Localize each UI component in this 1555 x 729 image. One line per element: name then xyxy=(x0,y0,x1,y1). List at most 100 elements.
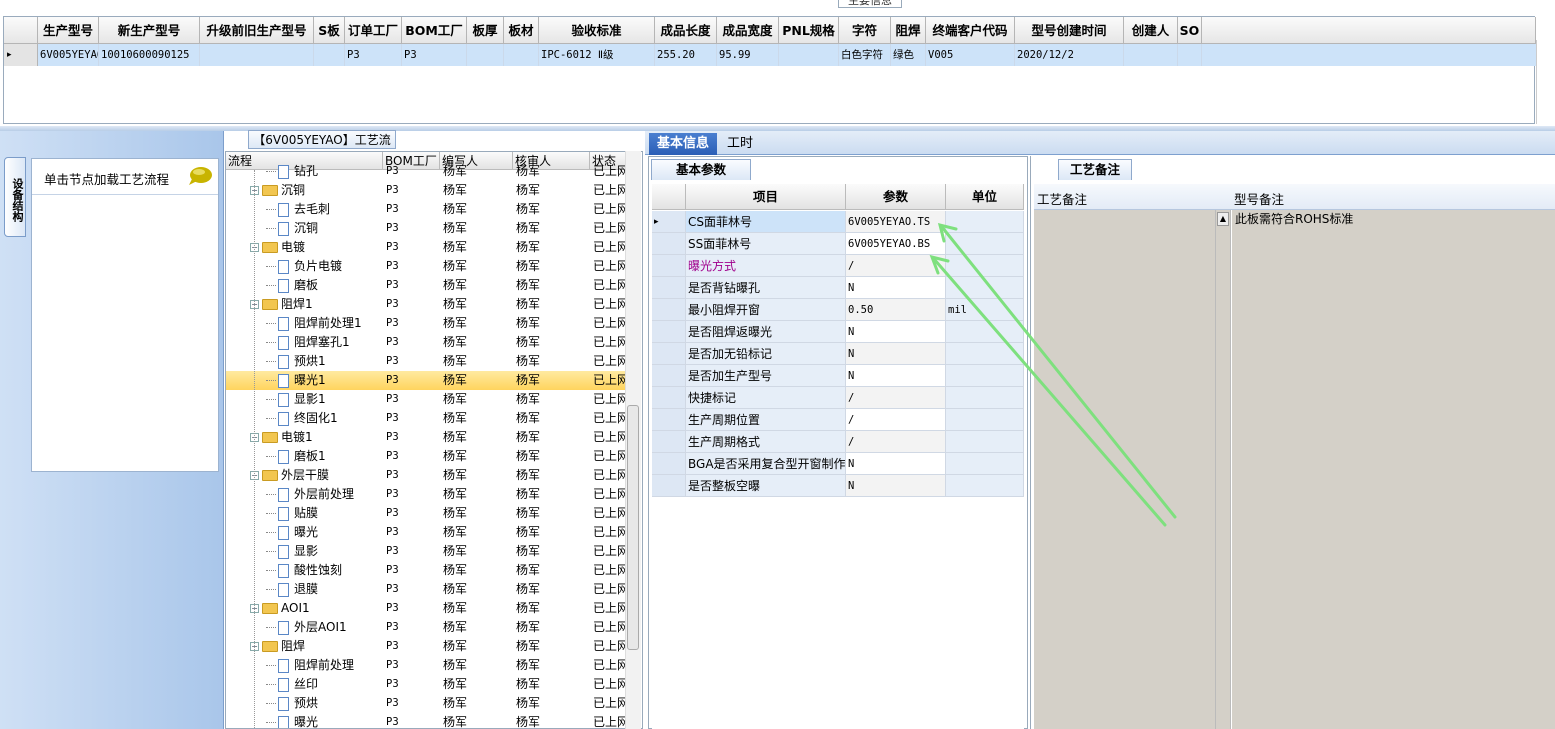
row-selector[interactable] xyxy=(652,431,686,453)
cell-2[interactable] xyxy=(200,44,314,66)
tree-node[interactable]: − 电镀 xyxy=(250,238,383,257)
row-selector[interactable] xyxy=(652,453,686,475)
cell-7[interactable] xyxy=(504,44,539,66)
column-header-9[interactable]: 成品长度 xyxy=(655,17,717,44)
tree-row[interactable]: 阻焊前处理 P3 杨军 杨军 已上网 xyxy=(226,656,629,675)
tree-row[interactable]: 外层前处理 P3 杨军 杨军 已上网 xyxy=(226,485,629,504)
tree-row[interactable]: 贴膜 P3 杨军 杨军 已上网 xyxy=(226,504,629,523)
cell-13[interactable]: 绿色 xyxy=(891,44,926,66)
row-selector[interactable] xyxy=(652,277,686,299)
tab-work-hours[interactable]: 工时 xyxy=(719,133,761,155)
tree-node[interactable]: 预烘 xyxy=(266,694,383,713)
tree-row[interactable]: 曝光 P3 杨军 杨军 已上网 xyxy=(226,523,629,542)
cell-11[interactable] xyxy=(779,44,839,66)
tree-node[interactable]: 外层AOI1 xyxy=(266,618,383,637)
tree-row[interactable]: 预烘1 P3 杨军 杨军 已上网 xyxy=(226,352,629,371)
tree-row[interactable]: 显影 P3 杨军 杨军 已上网 xyxy=(226,542,629,561)
tree-node[interactable]: 预烘1 xyxy=(266,352,383,371)
row-selector[interactable] xyxy=(652,387,686,409)
row-selector[interactable]: ▸ xyxy=(652,211,686,233)
cell-6[interactable] xyxy=(467,44,504,66)
tree-row[interactable]: 负片电镀 P3 杨军 杨军 已上网 xyxy=(226,257,629,276)
tree-node[interactable]: 贴膜 xyxy=(266,504,383,523)
column-header-0[interactable]: 生产型号 xyxy=(38,17,99,44)
tree-node[interactable]: − 电镀1 xyxy=(250,428,383,447)
cell-16[interactable] xyxy=(1124,44,1178,66)
column-header-14[interactable]: 终端客户代码 xyxy=(926,17,1015,44)
tree-node[interactable]: 磨板1 xyxy=(266,447,383,466)
tree-node[interactable]: 曝光1 xyxy=(266,371,383,390)
tree-node[interactable]: − 外层干膜 xyxy=(250,466,383,485)
column-header-5[interactable]: BOM工厂 xyxy=(402,17,467,44)
tree-node[interactable]: 负片电镀 xyxy=(266,257,383,276)
model-notes-field[interactable]: 此板需符合ROHS标准 xyxy=(1232,210,1555,729)
params-header-1[interactable]: 参数 xyxy=(846,184,946,210)
tree-node[interactable]: − AOI1 xyxy=(250,599,383,618)
row-selector[interactable] xyxy=(652,233,686,255)
tree-row[interactable]: − 阻焊1 P3 杨军 杨军 已上网 xyxy=(226,295,629,314)
column-header-13[interactable]: 阻焊 xyxy=(891,17,926,44)
column-header-4[interactable]: 订单工厂 xyxy=(345,17,402,44)
tree-row[interactable]: 磨板1 P3 杨军 杨军 已上网 xyxy=(226,447,629,466)
tree-row[interactable]: − 外层干膜 P3 杨军 杨军 已上网 xyxy=(226,466,629,485)
column-header-11[interactable]: PNL规格 xyxy=(779,17,839,44)
tree-node[interactable]: 外层前处理 xyxy=(266,485,383,504)
row-selector[interactable] xyxy=(652,255,686,277)
notes-scrollbar[interactable]: ▲ xyxy=(1215,210,1231,729)
cell-15[interactable]: 2020/12/2 xyxy=(1015,44,1124,66)
row-selector[interactable] xyxy=(652,365,686,387)
tree-node[interactable]: 曝光 xyxy=(266,523,383,542)
tree-row[interactable]: 终固化1 P3 杨军 杨军 已上网 xyxy=(226,409,629,428)
tree-row[interactable]: 阻焊塞孔1 P3 杨军 杨军 已上网 xyxy=(226,333,629,352)
scroll-up-icon[interactable]: ▲ xyxy=(1217,212,1229,226)
cell-9[interactable]: 255.20 xyxy=(655,44,717,66)
tree-row[interactable]: 曝光1 P3 杨军 杨军 已上网 xyxy=(226,371,629,390)
tree-node[interactable]: − 沉铜 xyxy=(250,181,383,200)
tree-node[interactable]: 阻焊前处理 xyxy=(266,656,383,675)
row-selector[interactable] xyxy=(652,343,686,365)
tree-row[interactable]: 曝光 P3 杨军 杨军 已上网 xyxy=(226,713,629,728)
tree-node[interactable]: − 阻焊1 xyxy=(250,295,383,314)
cell-12[interactable]: 白色字符 xyxy=(839,44,891,66)
tree-scrollbar-thumb[interactable] xyxy=(627,405,639,650)
column-header-7[interactable]: 板材 xyxy=(504,17,539,44)
tree-node[interactable]: 酸性蚀刻 xyxy=(266,561,383,580)
column-header-8[interactable]: 验收标准 xyxy=(539,17,655,44)
cell-5[interactable]: P3 xyxy=(402,44,467,66)
tree-node[interactable]: 显影 xyxy=(266,542,383,561)
cell-14[interactable]: V005 xyxy=(926,44,1015,66)
cell-8[interactable]: IPC-6012 Ⅱ级 xyxy=(539,44,655,66)
tree-row[interactable]: 丝印 P3 杨军 杨军 已上网 xyxy=(226,675,629,694)
tree-node[interactable]: − 阻焊 xyxy=(250,637,383,656)
tree-row[interactable]: 酸性蚀刻 P3 杨军 杨军 已上网 xyxy=(226,561,629,580)
row-selector[interactable] xyxy=(652,409,686,431)
row-selector[interactable]: ▸ xyxy=(4,44,38,66)
tree-row[interactable]: 外层AOI1 P3 杨军 杨军 已上网 xyxy=(226,618,629,637)
tree-row[interactable]: 预烘 P3 杨军 杨军 已上网 xyxy=(226,694,629,713)
tree-node[interactable]: 曝光 xyxy=(266,713,383,728)
tree-row[interactable]: 退膜 P3 杨军 杨军 已上网 xyxy=(226,580,629,599)
tree-row[interactable]: − 沉铜 P3 杨军 杨军 已上网 xyxy=(226,181,629,200)
column-header-1[interactable]: 新生产型号 xyxy=(99,17,200,44)
tree-node[interactable]: 磨板 xyxy=(266,276,383,295)
cell-4[interactable]: P3 xyxy=(345,44,402,66)
tree-node[interactable]: 阻焊前处理1 xyxy=(266,314,383,333)
tree-row[interactable]: 钻孔 P3 杨军 杨军 已上网 xyxy=(226,162,629,181)
tree-node[interactable]: 阻焊塞孔1 xyxy=(266,333,383,352)
params-header-2[interactable]: 单位 xyxy=(946,184,1024,210)
column-header-2[interactable]: 升级前旧生产型号 xyxy=(200,17,314,44)
tree-row[interactable]: 磨板 P3 杨军 杨军 已上网 xyxy=(226,276,629,295)
row-selector[interactable] xyxy=(652,321,686,343)
tree-node[interactable]: 去毛刺 xyxy=(266,200,383,219)
tree-row[interactable]: 去毛刺 P3 杨军 杨军 已上网 xyxy=(226,200,629,219)
column-header-12[interactable]: 字符 xyxy=(839,17,891,44)
tree-node[interactable]: 钻孔 xyxy=(266,162,383,181)
cell-1[interactable]: 10010600090125 xyxy=(99,44,200,66)
cell-3[interactable] xyxy=(314,44,345,66)
tree-row[interactable]: 显影1 P3 杨军 杨军 已上网 xyxy=(226,390,629,409)
tree-node[interactable]: 沉铜 xyxy=(266,219,383,238)
tree-node[interactable]: 显影1 xyxy=(266,390,383,409)
cell-0[interactable]: 6V005YEYAO xyxy=(38,44,99,66)
tree-node[interactable]: 终固化1 xyxy=(266,409,383,428)
tree-node[interactable]: 退膜 xyxy=(266,580,383,599)
